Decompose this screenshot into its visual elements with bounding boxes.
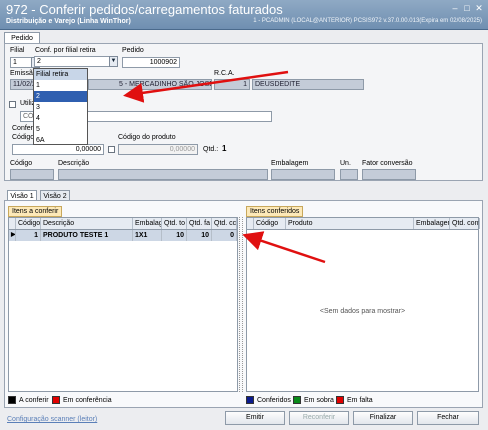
arrow-to-row: [242, 231, 326, 264]
arrow-to-dropdown: [123, 70, 289, 103]
annotation-arrows: [123, 70, 326, 264]
